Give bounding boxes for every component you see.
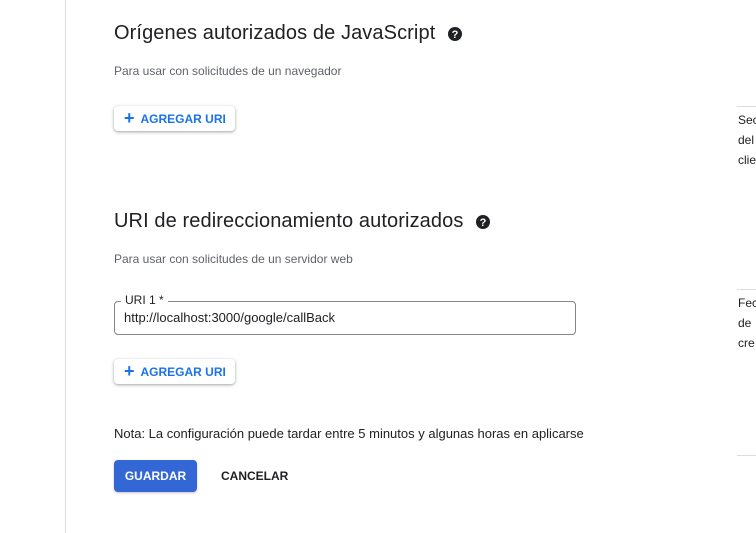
content-divider (65, 0, 66, 533)
help-icon[interactable]: ? (475, 214, 491, 230)
side-panel-block-created: Fec de cre (738, 293, 756, 353)
svg-text:?: ? (452, 29, 459, 41)
js-origins-subtitle: Para usar con solicitudes de un navegado… (114, 64, 342, 78)
side-panel-line: de (738, 316, 752, 330)
side-panel-line: del (738, 133, 755, 147)
cancel-button[interactable]: CANCELAR (212, 460, 297, 492)
side-panel-line: clie (738, 153, 756, 167)
side-panel-divider (737, 289, 756, 290)
add-redirect-uri-label: AGREGAR URI (140, 364, 226, 379)
side-panel-line: Sec (738, 113, 756, 127)
side-panel-divider (737, 106, 756, 107)
help-icon[interactable]: ? (447, 26, 463, 42)
add-js-origin-label: AGREGAR URI (140, 111, 226, 126)
side-panel-line: Fec (738, 296, 756, 310)
redirect-uris-subtitle: Para usar con solicitudes de un servidor… (114, 252, 353, 266)
plus-icon: + (124, 108, 135, 128)
add-js-origin-button[interactable]: + AGREGAR URI (114, 106, 235, 131)
svg-text:?: ? (480, 217, 487, 229)
side-panel-divider (737, 455, 756, 456)
js-origins-title: Orígenes autorizados de JavaScript ? (114, 22, 463, 45)
redirect-uris-title: URI de redireccionamiento autorizados ? (114, 210, 491, 233)
js-origins-title-text: Orígenes autorizados de JavaScript (114, 22, 436, 44)
redirect-uri-input[interactable] (124, 310, 564, 325)
redirect-uri-field[interactable]: URI 1 * (114, 293, 576, 335)
side-panel-block-client: Sec del clie (738, 110, 756, 170)
save-button[interactable]: GUARDAR (114, 460, 197, 492)
config-note: Nota: La configuración puede tardar entr… (114, 426, 584, 441)
plus-icon: + (124, 361, 135, 381)
redirect-uri-field-label: URI 1 * (121, 293, 168, 307)
redirect-uris-title-text: URI de redireccionamiento autorizados (114, 210, 464, 232)
add-redirect-uri-button[interactable]: + AGREGAR URI (114, 359, 235, 384)
side-panel-line: cre (738, 336, 755, 350)
